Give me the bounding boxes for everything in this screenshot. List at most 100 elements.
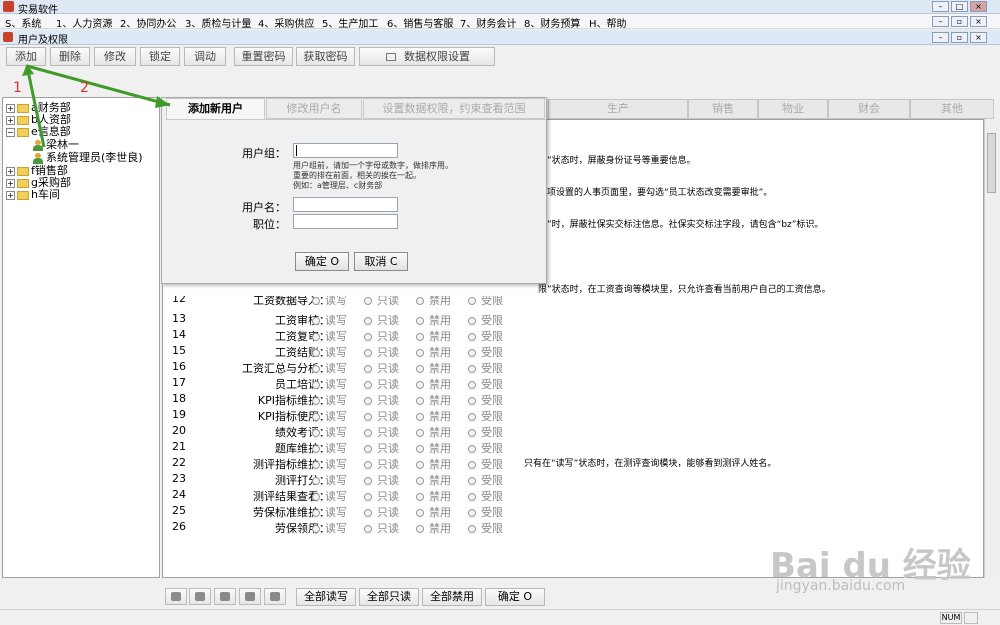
radio-icon[interactable] (364, 429, 372, 437)
radio-icon[interactable] (416, 525, 424, 533)
radio-icon[interactable] (364, 317, 372, 325)
radio-icon[interactable] (312, 493, 320, 501)
radio-icon[interactable] (364, 493, 372, 501)
print-icon[interactable] (214, 588, 236, 605)
mdi-close-button[interactable]: × (970, 16, 987, 27)
tab-finance[interactable]: 财会 (828, 99, 910, 119)
option-disabled[interactable]: 禁用 (416, 376, 451, 392)
data-permission-button[interactable]: 数据权限设置 (359, 47, 495, 66)
all-readonly-button[interactable]: 全部只读 (359, 588, 419, 606)
all-disable-button[interactable]: 全部禁用 (422, 588, 482, 606)
option-restricted[interactable]: 受限 (468, 520, 503, 536)
radio-icon[interactable] (364, 333, 372, 341)
radio-icon[interactable] (312, 429, 320, 437)
option-readonly[interactable]: 只读 (364, 392, 399, 408)
radio-icon[interactable] (312, 333, 320, 341)
menu-hr[interactable]: 1、人力资源 (56, 15, 112, 30)
radio-icon[interactable] (312, 297, 320, 305)
option-readonly[interactable]: 只读 (364, 360, 399, 376)
option-disabled[interactable]: 禁用 (416, 504, 451, 520)
option-readwrite[interactable]: 读写 (312, 392, 347, 408)
radio-icon[interactable] (468, 297, 476, 305)
sub-restore-button[interactable]: ▫ (951, 32, 968, 43)
sub-minimize-button[interactable]: – (932, 32, 949, 43)
radio-icon[interactable] (468, 445, 476, 453)
option-readonly[interactable]: 只读 (364, 456, 399, 472)
cancel-button[interactable]: 取消 C (354, 252, 408, 271)
option-disabled[interactable]: 禁用 (416, 296, 451, 308)
option-readwrite[interactable]: 读写 (312, 424, 347, 440)
tab-sales[interactable]: 销售 (688, 99, 758, 119)
radio-icon[interactable] (312, 365, 320, 373)
option-readwrite[interactable]: 读写 (312, 440, 347, 456)
option-readonly[interactable]: 只读 (364, 472, 399, 488)
radio-icon[interactable] (312, 317, 320, 325)
document-icon[interactable] (264, 588, 286, 605)
radio-icon[interactable] (312, 445, 320, 453)
radio-icon[interactable] (364, 509, 372, 517)
radio-icon[interactable] (468, 509, 476, 517)
radio-icon[interactable] (364, 477, 372, 485)
option-restricted[interactable]: 受限 (468, 392, 503, 408)
radio-icon[interactable] (468, 493, 476, 501)
radio-icon[interactable] (468, 397, 476, 405)
option-readwrite[interactable]: 读写 (312, 504, 347, 520)
radio-icon[interactable] (364, 397, 372, 405)
option-readwrite[interactable]: 读写 (312, 488, 347, 504)
vertical-scrollbar[interactable] (984, 119, 998, 578)
radio-icon[interactable] (364, 413, 372, 421)
ok-button[interactable]: 确定 O (295, 252, 349, 271)
radio-icon[interactable] (468, 477, 476, 485)
confirm-button[interactable]: 确定 O (485, 588, 545, 606)
radio-icon[interactable] (364, 297, 372, 305)
option-readonly[interactable]: 只读 (364, 488, 399, 504)
option-restricted[interactable]: 受限 (468, 328, 503, 344)
radio-icon[interactable] (416, 333, 424, 341)
all-readwrite-button[interactable]: 全部读写 (296, 588, 356, 606)
option-restricted[interactable]: 受限 (468, 344, 503, 360)
radio-icon[interactable] (312, 525, 320, 533)
add-button[interactable]: 添加 (6, 47, 46, 66)
radio-icon[interactable] (312, 413, 320, 421)
option-disabled[interactable]: 禁用 (416, 456, 451, 472)
option-readonly[interactable]: 只读 (364, 328, 399, 344)
radio-icon[interactable] (468, 413, 476, 421)
option-disabled[interactable]: 禁用 (416, 440, 451, 456)
position-input[interactable] (293, 214, 398, 229)
option-readwrite[interactable]: 读写 (312, 456, 347, 472)
radio-icon[interactable] (416, 461, 424, 469)
option-readonly[interactable]: 只读 (364, 344, 399, 360)
option-disabled[interactable]: 禁用 (416, 424, 451, 440)
sub-close-button[interactable]: × (970, 32, 987, 43)
radio-icon[interactable] (416, 397, 424, 405)
option-disabled[interactable]: 禁用 (416, 520, 451, 536)
radio-icon[interactable] (416, 381, 424, 389)
radio-icon[interactable] (312, 349, 320, 357)
option-disabled[interactable]: 禁用 (416, 408, 451, 424)
option-disabled[interactable]: 禁用 (416, 488, 451, 504)
radio-icon[interactable] (416, 509, 424, 517)
menu-office[interactable]: 2、协同办公 (120, 15, 176, 30)
option-disabled[interactable]: 禁用 (416, 344, 451, 360)
radio-icon[interactable] (416, 477, 424, 485)
tab-add-user[interactable]: 添加新用户 (166, 98, 265, 120)
option-restricted[interactable]: 受限 (468, 440, 503, 456)
radio-icon[interactable] (416, 297, 424, 305)
radio-icon[interactable] (312, 381, 320, 389)
option-restricted[interactable]: 受限 (468, 504, 503, 520)
menu-production[interactable]: 5、生产加工 (322, 15, 378, 30)
option-readonly[interactable]: 只读 (364, 312, 399, 328)
option-restricted[interactable]: 受限 (468, 312, 503, 328)
option-readwrite[interactable]: 读写 (312, 328, 347, 344)
menu-sales[interactable]: 6、销售与客服 (387, 15, 453, 30)
option-restricted[interactable]: 受限 (468, 360, 503, 376)
tab-other[interactable]: 其他 (910, 99, 994, 119)
option-disabled[interactable]: 禁用 (416, 328, 451, 344)
radio-icon[interactable] (468, 381, 476, 389)
option-restricted[interactable]: 受限 (468, 488, 503, 504)
option-restricted[interactable]: 受限 (468, 296, 503, 308)
menu-quality[interactable]: 3、质检与计量 (185, 15, 251, 30)
minimize-button[interactable]: – (932, 1, 949, 12)
radio-icon[interactable] (312, 477, 320, 485)
option-readonly[interactable]: 只读 (364, 520, 399, 536)
